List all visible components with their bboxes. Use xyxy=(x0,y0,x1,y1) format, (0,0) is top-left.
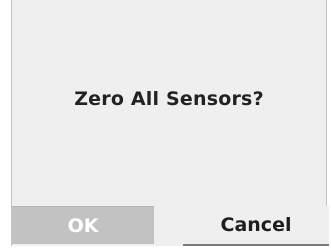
dialog-button-row: OK Cancel xyxy=(12,206,329,246)
dialog-message: Zero All Sensors? xyxy=(74,88,264,110)
confirm-dialog: Zero All Sensors? OK Cancel xyxy=(11,0,329,246)
ok-button[interactable]: OK xyxy=(12,206,154,244)
cancel-button[interactable]: Cancel xyxy=(183,206,329,246)
